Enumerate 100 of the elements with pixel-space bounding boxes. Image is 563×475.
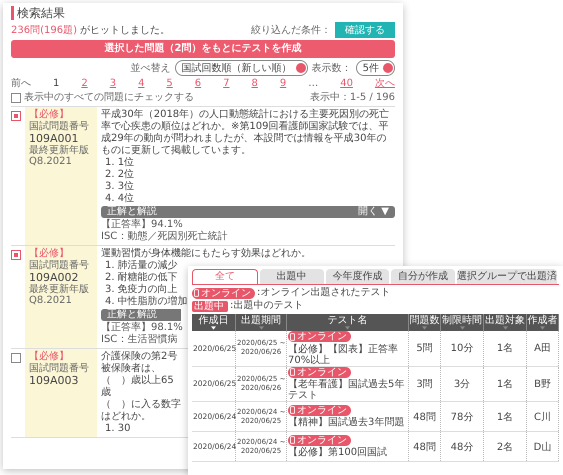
table-cell: 3問 (408, 366, 440, 402)
checkbox[interactable] (11, 111, 21, 121)
answer-option: 3. 免疫力の向上 (101, 284, 178, 296)
legend-text: :オンライン出題されたテスト (257, 287, 390, 299)
sort-dropdown[interactable]: 国試回数順（新しい順） (174, 60, 308, 76)
check-all-label: 表示中のすべての問題にチェックする (24, 92, 194, 104)
page-link[interactable]: 6 (194, 78, 202, 90)
table-cell: 5問 (408, 331, 440, 366)
checkbox[interactable] (11, 250, 21, 260)
answer-option: 1. 30 (101, 423, 130, 435)
online-badge: オンライン (288, 366, 351, 378)
question-number: 109A002 (29, 271, 80, 284)
column-header[interactable]: 制限時間 (440, 314, 484, 331)
number-label: 国試問題番号 (29, 363, 90, 374)
number-label: 国試問題番号 (29, 260, 90, 271)
answer-option: 3. 3位 (101, 181, 134, 193)
table-cell: 78分 (440, 402, 484, 432)
explanation-label: 正解と解説 (107, 309, 157, 321)
open-toggle[interactable]: 開く ▼ (358, 206, 389, 218)
answer-option: 1. 肺活量の減少 (101, 260, 178, 272)
updated-label: 最終更新年版 (29, 145, 90, 156)
online-badge: オンライン (192, 288, 255, 298)
checkbox[interactable] (11, 353, 21, 363)
tab[interactable]: 自分が作成 (391, 269, 455, 284)
column-header[interactable]: テスト名 (286, 314, 408, 331)
answer-option: 2. 2位 (101, 169, 134, 181)
per-page-label: 表示数： (312, 62, 352, 75)
page-link[interactable]: 次へ (374, 78, 395, 90)
tab[interactable]: 出題中 (260, 269, 324, 284)
table-cell: A田 (526, 331, 558, 366)
test-name[interactable]: 【必修】第100回国試 (288, 447, 407, 458)
table-cell: 48分 (440, 432, 484, 462)
test-name[interactable]: 【老年看護】国試過去5年テスト (288, 379, 407, 401)
active-badge: 出題中 (192, 300, 228, 312)
table-cell: 1名 (484, 366, 526, 402)
tab[interactable]: 全て (192, 269, 258, 284)
sort-label: 並べ替え (130, 62, 171, 75)
table-cell: 48問 (408, 432, 440, 462)
question-text: 平成30年（2018年）の人口動態統計における主要死因別の死亡率で心疾患の順位はどれか。※第109回看護師国家試験では、平成29年の動向が問われましたが、本設問では情報を平成30年のものに更新して掲載しています。 (101, 109, 390, 157)
table-cell: 1名 (484, 402, 526, 432)
checkbox[interactable] (11, 93, 21, 103)
online-badge: オンライン (288, 404, 351, 416)
per-page-dropdown[interactable]: 5件 (356, 60, 395, 76)
test-name[interactable]: 【必修】【図表】正答率70%以上 (288, 344, 407, 366)
page-link[interactable]: 7 (223, 78, 230, 90)
column-header[interactable]: 出題対象 (484, 314, 526, 331)
updated-label: 最終更新年版 (29, 284, 90, 295)
explanation-bar[interactable]: 正解と解説 (101, 309, 181, 321)
hit-count-text: 236問(196題) がヒットしました。 (11, 24, 172, 36)
correct-rate-text: 【正答率】98.1% (101, 322, 183, 334)
question-number: 109A003 (29, 374, 80, 387)
table-cell: D山 (526, 432, 558, 462)
number-label: 国試問題番号 (29, 121, 90, 132)
answer-option: 2. 耐糖能の低下 (101, 272, 178, 284)
question-text: （ ）に入る数字はどれか。 (101, 399, 182, 423)
updated-text: Q8.2021 (29, 156, 73, 167)
page-link[interactable]: 9 (280, 78, 286, 90)
page-text: 前へ (11, 78, 31, 90)
required-tag: 【必修】 (29, 248, 93, 260)
question-text: 介護保険の第2号被保険者は、（ ）歳以上65歳 (101, 351, 178, 398)
column-header[interactable]: 作成者 (526, 314, 558, 331)
page-link[interactable]: 8 (252, 78, 258, 90)
table-cell: C川 (526, 402, 558, 432)
category-text: ISC：動態／死因別死亡統計 (101, 231, 228, 243)
sort-icon[interactable] (211, 326, 216, 330)
table-cell: B野 (526, 366, 558, 402)
test-name[interactable]: 【精神】国試過去3年問題 (288, 417, 407, 428)
updated-text: Q8.2021 (29, 295, 73, 306)
table-cell: 3分 (440, 366, 484, 402)
page-link[interactable]: 3 (110, 78, 116, 90)
table-cell: 48問 (408, 402, 440, 432)
online-badge: オンライン (288, 331, 351, 342)
correct-rate-text: 【正答率】94.1% (101, 219, 183, 230)
explanation-bar[interactable]: 正解と解説 開く ▼ (101, 206, 395, 218)
answer-option: 4. 中性脂肪の増加 (101, 296, 188, 308)
page-link[interactable]: 5 (166, 78, 173, 90)
tab[interactable]: 選択グループで出題済 (457, 269, 557, 284)
page-link[interactable]: 40 (340, 78, 353, 90)
table-cell: 2名 (484, 432, 526, 462)
question-number: 109A001 (29, 132, 80, 145)
column-header[interactable]: 出題期間 (236, 314, 286, 331)
tab[interactable]: 今年度作成 (326, 269, 390, 284)
answer-option: 1. 1位 (101, 157, 134, 169)
online-badge: オンライン (288, 434, 351, 446)
required-tag: 【必修】 (29, 351, 93, 363)
range-text: 表示中：1-5 / 196 (310, 92, 395, 104)
page-link[interactable]: 2 (81, 78, 88, 90)
page-link[interactable]: 1 (52, 78, 60, 90)
category-text: ISC：生活習慣病 (101, 334, 178, 346)
legend-text: :出題中のテスト (230, 300, 304, 312)
page-text: … (308, 78, 318, 90)
explanation-label: 正解と解説 (107, 206, 157, 218)
column-header[interactable]: 問題数 (408, 314, 440, 331)
column-header[interactable]: 作成日 (192, 314, 236, 331)
filter-label: 絞り込んだ条件： (251, 24, 331, 36)
required-tag: 【必修】 (29, 109, 93, 121)
table-cell: 1名 (484, 331, 526, 366)
question-text: 運動習慣が身体機能にもたらす効果はどれか。 (101, 248, 311, 260)
answer-option: 4. 4位 (101, 193, 134, 205)
page-link[interactable]: 4 (138, 78, 144, 90)
